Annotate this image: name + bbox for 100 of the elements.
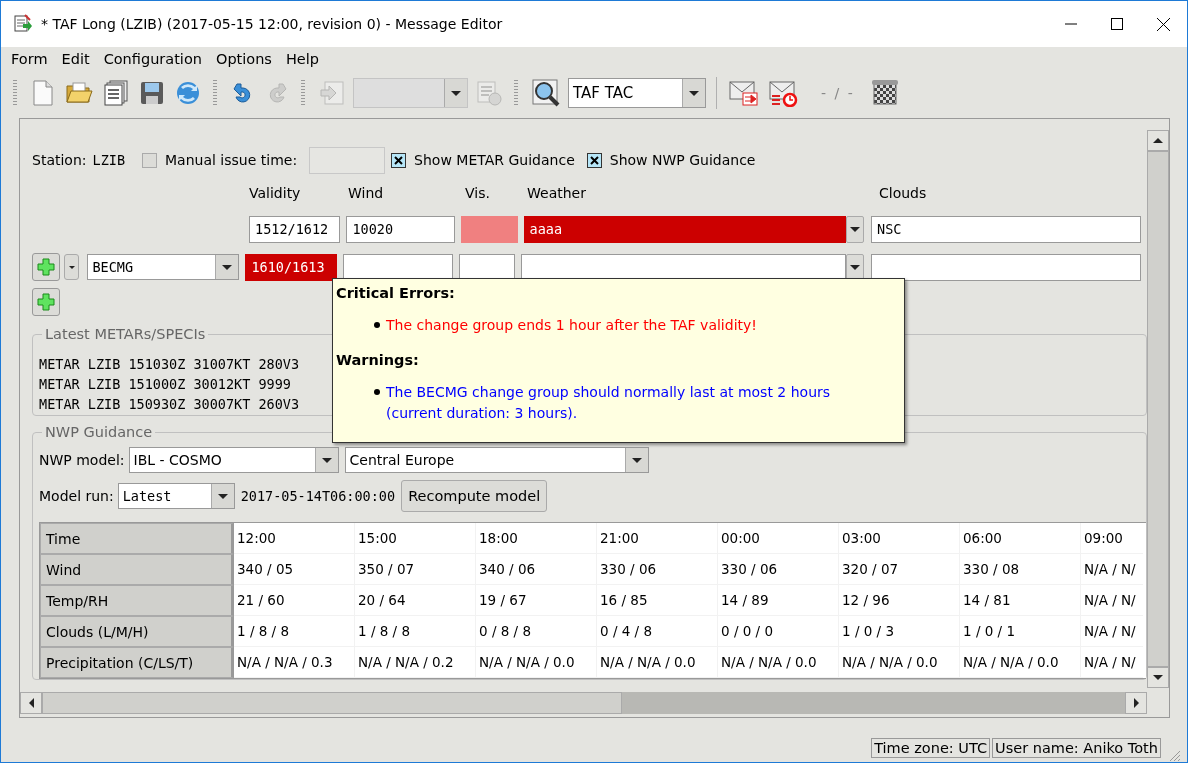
table-cell: N/A / N/ (1081, 554, 1143, 585)
table-cell: 340 / 05 (234, 554, 355, 585)
column-header: Validity (249, 185, 302, 201)
menu-item[interactable]: Configuration (103, 51, 202, 67)
clouds-field[interactable]: NSC (871, 215, 1141, 243)
table-cell: 12:00 (234, 523, 355, 554)
table-cell: N/A / N/ (1081, 647, 1143, 678)
row-header: Clouds (L/M/H) (40, 616, 234, 647)
row-header: Time (40, 523, 234, 554)
maximize-icon[interactable] (1111, 18, 1123, 30)
table-cell: 1 / 0 / 3 (839, 616, 960, 647)
column-header: Wind (348, 185, 385, 201)
weather-field[interactable] (521, 253, 847, 281)
visibility-field[interactable] (461, 215, 518, 243)
column-header: Clouds (879, 185, 927, 201)
recompute-button[interactable]: Recompute model (401, 480, 548, 512)
table-cell: 330 / 06 (718, 554, 839, 585)
table-cell: 15:00 (355, 523, 476, 554)
clouds-field[interactable] (871, 253, 1141, 281)
row-header: Temp/RH (40, 585, 234, 616)
arrow-into-document-icon (319, 80, 345, 106)
dropdown-button[interactable] (846, 253, 864, 281)
plus-icon (37, 293, 55, 311)
wind-field[interactable] (343, 253, 454, 281)
model-combo[interactable]: IBL - COSMO (128, 447, 339, 473)
model-label: NWP model: (39, 452, 125, 468)
table-cell: 1 / 8 / 8 (355, 616, 476, 647)
table-cell: 0 / 0 / 0 (718, 616, 839, 647)
toolbar-grip[interactable] (514, 80, 518, 106)
table-cell: 03:00 (839, 523, 960, 554)
validity-field[interactable]: 1512/1612 (249, 215, 341, 243)
visibility-field[interactable] (459, 253, 516, 281)
table-cell: 320 / 07 (839, 554, 960, 585)
metar-line: METAR LZIB 150930Z 30007KT 260V3 (39, 395, 300, 414)
tooltip-heading: Warnings: (336, 352, 420, 368)
group-title: Latest METARs/SPECIs (44, 326, 207, 342)
caret-icon (451, 90, 461, 96)
validity-field[interactable]: 1610/1613 (245, 253, 338, 281)
metar-line: METAR LZIB 151030Z 31007KT 280V3 (39, 355, 300, 374)
tooltip-heading: Critical Errors: (336, 285, 456, 301)
menu-item[interactable]: Form (11, 51, 48, 67)
menu-item[interactable]: Options (215, 51, 272, 67)
model-run-label: Model run: (39, 488, 114, 504)
documents-icon (103, 80, 129, 106)
envelope-icon (729, 79, 759, 107)
table-cell: N/A / N/A / 0.0 (960, 647, 1081, 678)
table-cell: 330 / 06 (597, 554, 718, 585)
region-combo[interactable]: Central Europe (344, 447, 649, 473)
table-cell: N/A / N/A / 0.0 (839, 647, 960, 678)
add-button[interactable] (32, 288, 60, 316)
table-cell: 0 / 8 / 8 (476, 616, 597, 647)
bullet-icon (374, 389, 380, 395)
group-title: NWP Guidance (44, 424, 154, 440)
close-icon[interactable] (1157, 17, 1170, 31)
table-cell: 19 / 67 (476, 585, 597, 616)
checkbox-label: Manual issue time: (165, 152, 298, 168)
toolbar-grip[interactable] (301, 80, 305, 106)
table-cell: 1 / 0 / 1 (960, 616, 1081, 647)
checkbox[interactable] (142, 152, 157, 168)
table-cell: 14 / 89 (718, 585, 839, 616)
menu-item[interactable]: Help (285, 51, 319, 67)
add-button[interactable] (32, 253, 60, 281)
model-run-combo[interactable]: Latest (117, 483, 235, 509)
resize-grip-icon[interactable] (1167, 748, 1181, 762)
weather-field[interactable]: aaaa (523, 215, 847, 243)
table-cell: 1 / 8 / 8 (234, 616, 355, 647)
wind-field[interactable]: 10020 (346, 215, 456, 243)
app-icon (13, 14, 33, 34)
table-cell: 06:00 (960, 523, 1081, 554)
document-sync-icon (476, 80, 502, 106)
horizontal-scrollbar[interactable] (20, 692, 1147, 714)
row-header: Precipitation (C/LS/T) (40, 647, 234, 678)
table-cell: 12 / 96 (839, 585, 960, 616)
caret-icon (689, 90, 699, 96)
save-icon (139, 80, 165, 106)
toolbar-grip[interactable] (213, 80, 217, 106)
window-title: * TAF Long (LZIB) (2017-05-15 12:00, revision 0) - Message Editor (41, 16, 503, 32)
menu-item[interactable]: Edit (61, 51, 90, 67)
search-icon (532, 79, 560, 107)
model-run-time: 2017-05-14T06:00:00 (240, 488, 396, 504)
new-document-icon (31, 80, 55, 106)
table-cell: 340 / 06 (476, 554, 597, 585)
change-type-combo[interactable]: BECMG (87, 254, 240, 280)
table-cell: 21:00 (597, 523, 718, 554)
dropdown-button[interactable] (846, 215, 864, 243)
tooltip-message: The change group ends 1 hour after the TAF validity! (386, 316, 758, 335)
table-cell: N/A / N/ (1081, 616, 1143, 647)
status-text: - / - (821, 85, 855, 101)
status-field: Time zone: UTC (871, 738, 991, 758)
checkbox[interactable] (391, 152, 407, 168)
table-cell: N/A / N/ (1081, 585, 1143, 616)
checkbox[interactable] (586, 152, 602, 168)
scroll-thumb[interactable] (42, 692, 622, 714)
table-cell: 0 / 4 / 8 (597, 616, 718, 647)
row-header: Wind (40, 554, 234, 585)
toolbar-grip[interactable] (13, 80, 17, 106)
column-header: Vis. (465, 185, 491, 201)
toolbar-combo[interactable]: TAF TAC (568, 78, 706, 108)
metar-line: METAR LZIB 151000Z 30012KT 9999 (39, 375, 291, 394)
plus-icon (36, 258, 55, 276)
